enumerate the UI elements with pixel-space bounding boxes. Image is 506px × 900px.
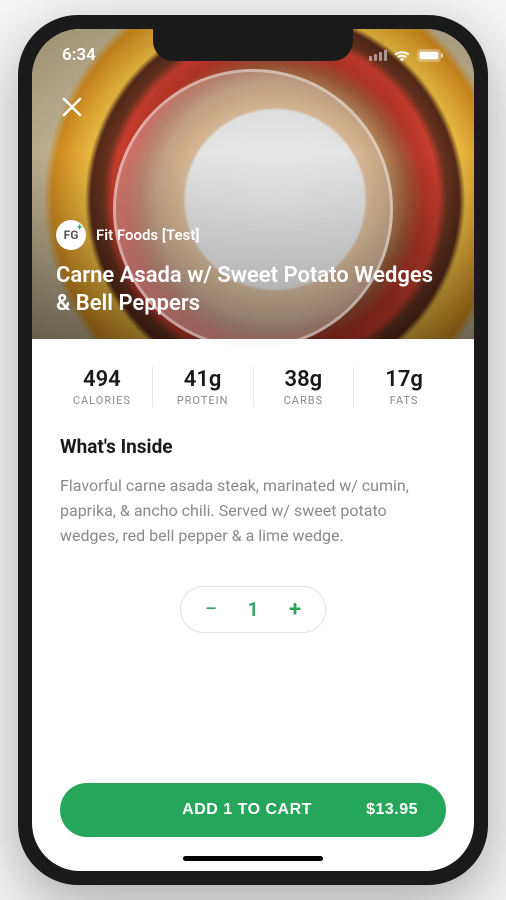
wifi-icon [393, 49, 411, 62]
close-button[interactable] [56, 91, 88, 123]
battery-icon [417, 49, 444, 62]
nutrition-calories: 494 CALORIES [52, 367, 153, 407]
increment-button[interactable]: + [283, 597, 307, 622]
close-icon [62, 97, 82, 117]
status-right [369, 49, 444, 62]
cart-button-label: ADD 1 TO CART [88, 801, 366, 819]
hero-info: FG Fit Foods [Test] Carne Asada w/ Sweet… [56, 220, 450, 319]
quantity-value: 1 [245, 598, 261, 621]
nutrition-carbs: 38g CARBS [254, 367, 355, 407]
home-indicator[interactable] [183, 856, 323, 861]
nutrition-label: PROTEIN [153, 394, 253, 407]
nutrition-label: CARBS [254, 394, 354, 407]
nutrition-label: CALORIES [52, 394, 152, 407]
add-to-cart-button[interactable]: ADD 1 TO CART $13.95 [60, 783, 446, 837]
nutrition-fats: 17g FATS [354, 367, 454, 407]
app-screen: 6:34 [32, 29, 474, 871]
section-title: What's Inside [60, 435, 446, 458]
nutrition-value: 41g [153, 367, 253, 392]
cellular-icon [369, 50, 387, 61]
nutrition-value: 494 [52, 367, 152, 392]
cart-button-price: $13.95 [366, 801, 418, 819]
vendor-row[interactable]: FG Fit Foods [Test] [56, 220, 450, 250]
dish-title: Carne Asada w/ Sweet Potato Wedges & Bel… [56, 262, 436, 319]
vendor-name: Fit Foods [Test] [96, 226, 199, 244]
vendor-logo: FG [56, 220, 86, 250]
phone-frame: 6:34 [18, 15, 488, 885]
stepper-row: − 1 + [60, 586, 446, 633]
phone-inner: 6:34 [32, 29, 474, 871]
nutrition-protein: 41g PROTEIN [153, 367, 254, 407]
nutrition-value: 38g [254, 367, 354, 392]
phone-notch [153, 29, 353, 61]
nutrition-row: 494 CALORIES 41g PROTEIN 38g CARBS 17g F… [32, 339, 474, 435]
status-time: 6:34 [62, 45, 96, 65]
nutrition-label: FATS [354, 394, 454, 407]
nutrition-value: 17g [354, 367, 454, 392]
quantity-stepper: − 1 + [180, 586, 326, 633]
dish-description: Flavorful carne asada steak, marinated w… [60, 474, 446, 548]
content-section: What's Inside Flavorful carne asada stea… [32, 435, 474, 767]
decrement-button[interactable]: − [199, 597, 223, 622]
